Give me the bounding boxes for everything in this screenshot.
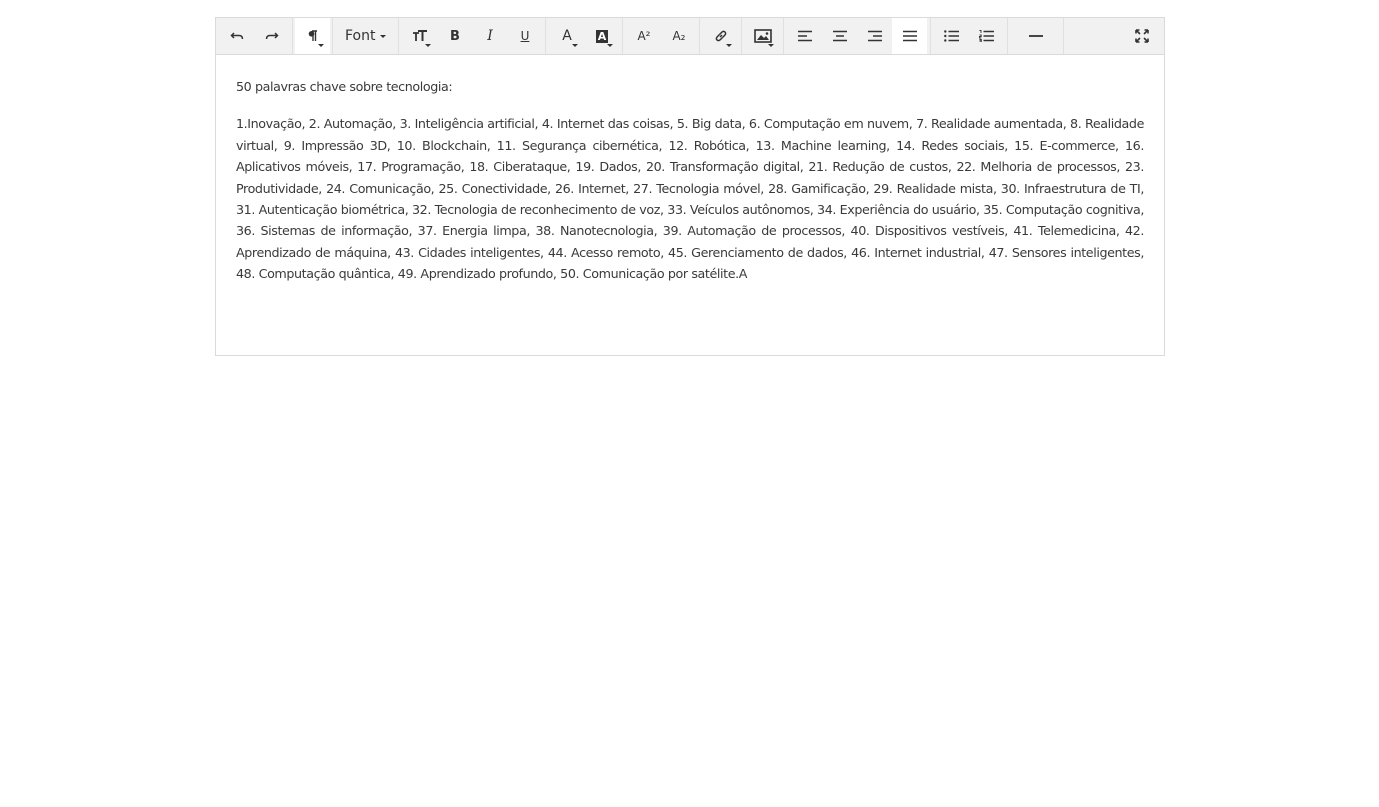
fullscreen-button[interactable] [1124,18,1159,54]
link-icon [715,30,727,42]
subscript-button[interactable]: A₂ [661,18,696,54]
subscript-icon: A₂ [672,29,686,43]
bold-icon: B [450,28,460,44]
paragraph-group [293,18,333,54]
align-justify-button[interactable] [892,18,928,54]
link-group [700,18,743,54]
bullet-list-icon [944,30,960,42]
font-color-button[interactable]: A [549,18,584,54]
rule-group [1008,18,1065,54]
color-group: A A [546,18,624,54]
paragraph-icon [308,30,317,41]
highlight-caret-icon [607,44,614,47]
link-button[interactable] [703,18,738,54]
undo-button[interactable] [219,18,254,54]
underline-icon: U [520,29,530,43]
horizontal-rule-button[interactable] [1018,18,1053,54]
numbered-list-icon [979,30,995,42]
align-center-button[interactable] [822,18,857,54]
highlight-color-icon: A [595,29,609,43]
chevron-down-icon [380,34,387,38]
underline-button[interactable]: U [507,18,542,54]
editor-toolbar: Font B I U A A A² A₂ [216,18,1164,55]
link-caret-icon [726,44,733,47]
font-color-icon: A [562,28,572,44]
align-left-button[interactable] [787,18,822,54]
align-justify-icon [902,30,917,42]
redo-icon [265,32,279,40]
italic-button[interactable]: I [472,18,507,54]
superscript-icon: A² [637,29,651,43]
bold-button[interactable]: B [437,18,472,54]
paragraph-style-button[interactable] [295,18,330,54]
superscript-button[interactable]: A² [626,18,661,54]
italic-icon: I [487,28,493,44]
numbered-list-button[interactable] [969,18,1004,54]
content-body: 1.Inovação, 2. Automação, 3. Inteligênci… [236,116,1144,282]
highlight-color-button[interactable]: A [584,18,619,54]
editor-content-area[interactable]: 50 palavras chave sobre tecnologia: 1.In… [216,55,1164,311]
font-family-dropdown[interactable]: Font [336,18,395,54]
media-group [742,18,785,54]
history-group [216,18,293,54]
text-format-group: B I U [399,18,547,54]
bullet-list-button[interactable] [934,18,969,54]
horizontal-rule-icon [1028,35,1043,37]
paragraph-caret-icon [318,44,324,47]
font-family-label: Font [345,28,376,44]
redo-button[interactable] [254,18,289,54]
fullscreen-icon [1134,29,1149,43]
align-center-icon [832,30,847,42]
view-group [1119,18,1164,54]
rich-text-editor: Font B I U A A A² A₂ 50 palavras chave s… [215,17,1165,356]
font-group: Font [333,18,400,54]
image-caret-icon [768,44,775,47]
content-heading: 50 palavras chave sobre tecnologia: [236,79,453,94]
font-size-button[interactable] [402,18,437,54]
image-button[interactable] [745,18,780,54]
list-group [931,18,1009,54]
align-right-button[interactable] [857,18,892,54]
font-size-caret-icon [425,44,432,47]
align-left-icon [797,30,812,42]
align-group [784,18,932,54]
font-size-icon [412,30,427,41]
align-right-icon [867,30,882,42]
script-group: A² A₂ [623,18,701,54]
font-color-caret-icon [572,44,579,47]
image-icon [754,29,772,43]
undo-icon [229,32,243,40]
